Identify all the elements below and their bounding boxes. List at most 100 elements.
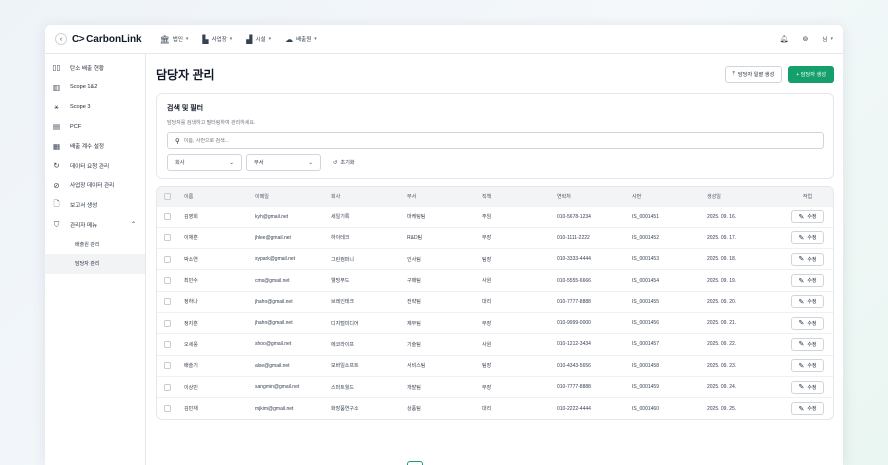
edit-label: 수정 xyxy=(807,299,817,306)
table-row[interactable]: 정하나 jhahn@gmail.net 브레인테크 전략팀 대리 010-7777-888… xyxy=(157,291,833,312)
table-row[interactable]: 김민재 mjkim@gmail.net 화장품연구소 상품팀 대리 010-2222-44… xyxy=(157,397,833,419)
column-header[interactable]: 회사 xyxy=(331,187,407,206)
edit-button[interactable]: ✎ 수정 xyxy=(791,402,824,416)
action-cell: ✎ 수정 xyxy=(782,291,833,312)
edit-button[interactable]: ✎ 수정 xyxy=(791,337,824,351)
page-number-button[interactable]: 4 xyxy=(467,461,483,465)
logo-text: CarbonLink xyxy=(86,33,142,45)
table-row[interactable]: 오세웅 shoo@gmail.net 에코라이프 기술팀 사원 010-1212-3434… xyxy=(157,333,833,355)
table-cell: IS_0001451 xyxy=(632,213,659,220)
column-header[interactable]: 부서 xyxy=(407,187,482,206)
table-cell: 김영희 xyxy=(184,214,198,221)
table-cell: 010-3333-4444 xyxy=(557,256,591,263)
column-header[interactable]: 이름 xyxy=(179,187,255,206)
page-number-button[interactable]: 2 xyxy=(427,461,443,465)
row-checkbox[interactable] xyxy=(164,234,171,242)
back-button[interactable]: ‹ xyxy=(55,33,67,45)
search-input[interactable] xyxy=(183,137,823,144)
column-header[interactable]: 직책 xyxy=(482,187,557,206)
row-checkbox[interactable] xyxy=(164,340,171,348)
table-cell: 개발팀 xyxy=(407,384,421,391)
top-menu-site[interactable]: ▙ 사업장 ▾ xyxy=(202,35,232,44)
table-row[interactable]: 최민수 cms@gmail.net 웰빙푸드 구매팀 사원 010-5555-6666 IS… xyxy=(157,269,833,291)
sidebar-item-scope3[interactable]: ⚹ Scope 3 xyxy=(45,97,145,117)
column-header[interactable]: 연락처 xyxy=(557,187,632,206)
user-circle-icon[interactable]: ⊚ xyxy=(803,35,809,43)
table-row[interactable]: 배슬기 alse@gmail.net 모바일소프트 서비스팀 팀장 010-4343-56… xyxy=(157,355,833,376)
page-number-button[interactable]: 7 xyxy=(527,461,543,465)
sidebar-item-data-request[interactable]: ↻ 데이터 요청 관리 xyxy=(45,156,145,176)
table-row[interactable]: 박소연 sypark@gmail.net 그린컴퍼니 인사팀 팀장 010-3333-44… xyxy=(157,248,833,270)
search-icon: ⚲ xyxy=(175,137,180,145)
column-header[interactable]: 생성일 xyxy=(707,187,782,206)
action-cell: ✎ 수정 xyxy=(782,249,833,270)
row-checkbox[interactable] xyxy=(164,213,171,221)
table-row[interactable]: 김영희 kyh@gmail.net 세일기록 마케팅팀 주임 010-5678-1234 I… xyxy=(157,206,833,227)
sidebar-item-report[interactable]: 🗋︎ 보고서 생성 xyxy=(45,195,145,215)
page-number-button[interactable]: 3 xyxy=(447,461,463,465)
sidebar-item-site-data[interactable]: ⊘ 사업장 데이터 관리 xyxy=(45,176,145,196)
page-number-button[interactable]: 5 xyxy=(487,461,503,465)
table-row[interactable]: 이재훈 jhlee@gmail.net 하이테크 R&D팀 부장 010-1111-222… xyxy=(157,227,833,248)
bell-icon[interactable]: 🔔︎ xyxy=(780,35,789,43)
table-cell: 2025. 09. 18. xyxy=(707,256,737,263)
user-menu[interactable]: 님 ▾ xyxy=(822,35,833,43)
edit-button[interactable]: ✎ 수정 xyxy=(791,295,824,309)
company-select[interactable]: 회사 ⌄ xyxy=(167,154,242,171)
pencil-icon: ✎ xyxy=(798,298,805,306)
create-manager-button[interactable]: + 담당자 생성 xyxy=(788,65,834,83)
user-name: 님 xyxy=(822,37,828,43)
action-cell: ✎ 수정 xyxy=(782,334,833,355)
sidebar-subitem-emission-source[interactable]: 배출원 관리 xyxy=(45,234,145,254)
row-checkbox[interactable] xyxy=(164,383,171,391)
sidebar-item-carbon-status[interactable]: ▯▯ 탄소 배출 현황 xyxy=(45,58,145,78)
table-cell: 박소연 xyxy=(184,256,198,263)
table-cell: 2025. 09. 23. xyxy=(707,362,737,369)
column-header[interactable]: 사번 xyxy=(632,187,707,206)
file-plus-icon: 🗋︎ xyxy=(53,199,60,209)
table-cell: IS_0001452 xyxy=(632,234,659,241)
select-all-checkbox[interactable] xyxy=(164,192,171,200)
table-cell: 부장 xyxy=(482,320,492,327)
table-row[interactable]: 이상민 sangmin@gmail.net 스마트월드 개발팀 부장 010-7777-8… xyxy=(157,376,833,397)
column-header[interactable]: 이메일 xyxy=(255,187,331,206)
row-checkbox[interactable] xyxy=(164,255,171,263)
logo[interactable]: C> CarbonLink xyxy=(72,34,142,45)
page-number-button[interactable]: 6 xyxy=(507,461,523,465)
table-cell: R&D팀 xyxy=(407,235,423,242)
table-row[interactable]: 정지훈 jhahn@gmail.net 디지털미디어 재무팀 부장 010-9999-00… xyxy=(157,312,833,333)
reset-button[interactable]: ↺ 초기화 xyxy=(333,159,355,167)
edit-button[interactable]: ✎ 수정 xyxy=(791,359,824,373)
edit-button[interactable]: ✎ 수정 xyxy=(791,274,824,288)
edit-button[interactable]: ✎ 수정 xyxy=(791,231,824,245)
page-number-button[interactable]: 1 xyxy=(406,461,423,465)
edit-button[interactable]: ✎ 수정 xyxy=(791,252,824,266)
top-menu-label: 사업장 xyxy=(211,37,227,43)
sidebar-item-scope12[interactable]: ▥ Scope 1&2 xyxy=(45,78,145,98)
top-menu-corporation[interactable]: 🏛 법인 ▾ xyxy=(160,35,189,44)
row-checkbox[interactable] xyxy=(164,319,171,327)
top-menu-emission-source[interactable]: ☁ 배출원 ▾ xyxy=(285,35,317,44)
prev-page-button[interactable]: < xyxy=(387,461,403,465)
page-number-button[interactable]: 8 xyxy=(547,461,563,465)
sidebar-item-admin[interactable]: ⛉ 관리자 메뉴 ⌃ xyxy=(45,215,145,235)
bulk-create-button[interactable]: ⤒ 담당자 일괄 생성 xyxy=(724,65,783,83)
row-checkbox[interactable] xyxy=(164,405,171,413)
sidebar-item-emission-factor[interactable]: ▦ 배출 계수 설정 xyxy=(45,136,145,156)
table-cell: 기술팀 xyxy=(407,341,421,348)
top-menu-facility[interactable]: ▟ 시설 ▾ xyxy=(246,35,271,44)
header-actions: ⤒ 담당자 일괄 생성 + 담당자 생성 xyxy=(724,65,834,83)
next-page-button[interactable]: > xyxy=(587,461,603,465)
row-checkbox[interactable] xyxy=(164,298,171,306)
sidebar-subitem-manager[interactable]: 담당자 관리 xyxy=(45,253,145,274)
sidebar-item-pcf[interactable]: ▤ PCF xyxy=(45,117,145,137)
edit-button[interactable]: ✎ 수정 xyxy=(791,316,824,330)
edit-button[interactable]: ✎ 수정 xyxy=(791,380,824,394)
row-checkbox[interactable] xyxy=(164,277,171,285)
first-page-button[interactable]: I< xyxy=(367,461,383,465)
last-page-button[interactable]: >I xyxy=(607,461,623,465)
row-checkbox[interactable] xyxy=(164,362,171,370)
edit-button[interactable]: ✎ 수정 xyxy=(791,210,824,224)
page-number-button[interactable]: 9 xyxy=(567,461,583,465)
department-select[interactable]: 부서 ⌄ xyxy=(246,154,321,171)
